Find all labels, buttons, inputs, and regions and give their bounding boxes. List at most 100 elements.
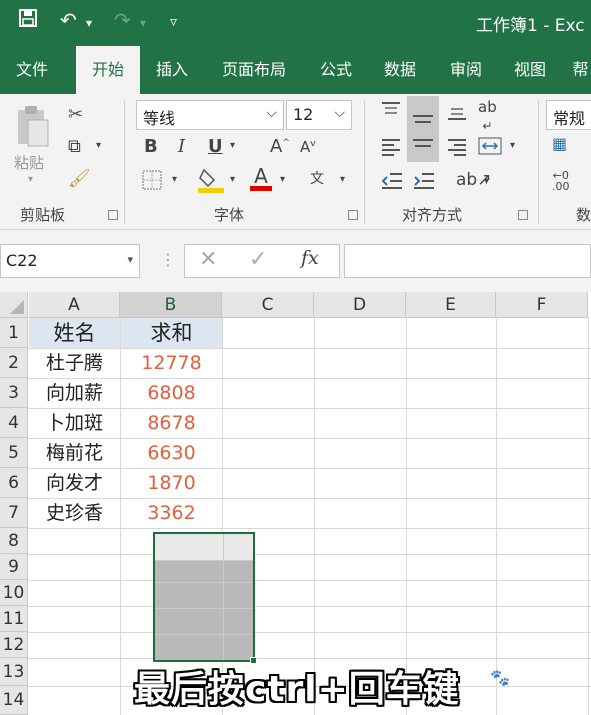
cell-b5[interactable]: 6630 (121, 439, 222, 468)
cancel-icon[interactable]: ✕ (199, 247, 217, 272)
row-header-10[interactable]: 10 (0, 580, 28, 606)
cut-icon[interactable]: ✂ (68, 104, 83, 125)
cell-b7[interactable]: 3362 (121, 499, 222, 528)
row-header-1[interactable]: 1 (0, 318, 28, 348)
col-header-a[interactable]: A (29, 292, 120, 318)
phonetic-dropdown-icon[interactable]: ▾ (340, 174, 345, 185)
borders-icon[interactable] (142, 170, 162, 195)
insert-function-icon[interactable]: fx (301, 247, 319, 269)
tab-help[interactable]: 帮 (570, 46, 591, 94)
formula-input[interactable] (344, 244, 591, 278)
cell-b3[interactable]: 6808 (121, 379, 222, 408)
copy-icon[interactable]: ⧉ (68, 136, 81, 157)
tab-file[interactable]: 文件 (6, 46, 58, 94)
fill-color-dropdown-icon[interactable]: ▾ (230, 174, 235, 185)
alignment-group-label: 对齐方式 (402, 206, 463, 224)
increase-indent-icon[interactable] (412, 170, 436, 197)
row-header-7[interactable]: 7 (0, 498, 28, 528)
select-all-corner[interactable] (0, 292, 28, 318)
phonetic-guide-icon[interactable]: 文 (310, 168, 324, 188)
redo-icon: ↷ (114, 8, 131, 32)
paste-dropdown-icon[interactable]: ▾ (28, 174, 33, 185)
tab-home[interactable]: 开始 (76, 46, 140, 94)
cell-a1[interactable]: 姓名 (29, 318, 120, 348)
worksheet-grid[interactable]: A B C D E F 1 2 3 4 5 6 7 8 9 10 11 12 1… (0, 292, 591, 715)
font-launcher-icon[interactable] (348, 210, 358, 220)
bold-button[interactable]: B (144, 136, 158, 157)
col-header-e[interactable]: E (406, 292, 496, 318)
align-right-icon[interactable] (446, 136, 468, 163)
name-box-dropdown-icon[interactable]: ▾ (127, 253, 133, 266)
align-left-icon[interactable] (380, 136, 402, 163)
tab-formulas[interactable]: 公式 (310, 46, 362, 94)
wrap-text-icon[interactable]: ab ↵ (478, 98, 497, 134)
underline-button[interactable]: U (208, 136, 223, 157)
cell-a5[interactable]: 梅前花 (29, 439, 120, 468)
fill-color-icon[interactable] (198, 166, 224, 199)
name-box[interactable]: C22 ▾ (0, 244, 140, 278)
format-painter-icon[interactable]: 🖌 (68, 168, 91, 189)
borders-dropdown-icon[interactable]: ▾ (172, 174, 177, 185)
cell-a6[interactable]: 向发才 (29, 469, 120, 498)
copy-dropdown-icon[interactable]: ▾ (96, 140, 101, 151)
row-header-13[interactable]: 13 (0, 658, 28, 686)
tab-data[interactable]: 数据 (374, 46, 426, 94)
row-header-4[interactable]: 4 (0, 408, 28, 438)
row-header-2[interactable]: 2 (0, 348, 28, 378)
tab-insert[interactable]: 插入 (146, 46, 198, 94)
formula-bar-grip-icon[interactable]: ⋮ (160, 250, 176, 269)
row-header-5[interactable]: 5 (0, 438, 28, 468)
row-header-9[interactable]: 9 (0, 554, 28, 580)
row-header-6[interactable]: 6 (0, 468, 28, 498)
cell-b6[interactable]: 1870 (121, 469, 222, 498)
selected-range[interactable] (153, 532, 255, 662)
cell-a7[interactable]: 史珍香 (29, 499, 120, 528)
save-icon[interactable] (18, 8, 38, 33)
paste-button[interactable] (14, 106, 50, 155)
paste-label[interactable]: 粘贴 (14, 152, 44, 173)
decrease-font-icon[interactable]: Av (300, 138, 316, 156)
font-color-icon[interactable]: A (250, 164, 272, 191)
cell-a2[interactable]: 杜子腾 (29, 349, 120, 378)
cell-b2[interactable]: 12778 (121, 349, 222, 378)
row-header-12[interactable]: 12 (0, 632, 28, 658)
accounting-format-icon[interactable]: ▦ (552, 134, 567, 153)
row-header-3[interactable]: 3 (0, 378, 28, 408)
merge-center-icon[interactable] (478, 136, 502, 161)
col-header-c[interactable]: C (222, 292, 314, 318)
enter-icon[interactable]: ✓ (249, 247, 267, 272)
font-size-select[interactable]: 12 ⌵ (286, 100, 352, 130)
orientation-dropdown-icon[interactable]: ▾ (484, 176, 489, 187)
decrease-indent-icon[interactable] (380, 170, 404, 197)
underline-dropdown-icon[interactable]: ▾ (230, 140, 235, 151)
font-color-dropdown-icon[interactable]: ▾ (280, 174, 285, 185)
font-name-select[interactable]: 等线 ⌵ (136, 100, 284, 130)
undo-dropdown-icon[interactable]: ▾ (86, 16, 92, 30)
row-header-11[interactable]: 11 (0, 606, 28, 632)
undo-icon[interactable]: ↶ (60, 8, 77, 32)
cell-a3[interactable]: 向加薪 (29, 379, 120, 408)
row-header-14[interactable]: 14 (0, 686, 28, 715)
col-header-f[interactable]: F (496, 292, 588, 318)
align-top-icon[interactable] (380, 100, 402, 127)
tab-view[interactable]: 视图 (504, 46, 556, 94)
increase-font-icon[interactable]: A^ (270, 136, 290, 157)
customize-qat-icon[interactable]: ▿ (170, 14, 177, 30)
clipboard-launcher-icon[interactable] (108, 210, 118, 220)
cell-b1[interactable]: 求和 (121, 318, 222, 348)
increase-decimal-icon[interactable]: ←0.00 (552, 170, 570, 192)
merge-dropdown-icon[interactable]: ▾ (510, 140, 515, 151)
number-format-select[interactable]: 常规 (546, 100, 591, 130)
row-header-8[interactable]: 8 (0, 528, 28, 554)
italic-button[interactable]: I (178, 136, 185, 157)
col-header-d[interactable]: D (314, 292, 406, 318)
cell-a4[interactable]: 卜加斑 (29, 409, 120, 438)
tab-page-layout[interactable]: 页面布局 (212, 46, 296, 94)
cell-b4[interactable]: 8678 (121, 409, 222, 438)
col-header-b[interactable]: B (120, 292, 222, 318)
align-middle-button[interactable] (407, 96, 439, 162)
alignment-launcher-icon[interactable] (518, 210, 528, 220)
font-name-value: 等线 (143, 109, 176, 128)
align-bottom-icon[interactable] (446, 100, 468, 127)
tab-review[interactable]: 审阅 (440, 46, 492, 94)
